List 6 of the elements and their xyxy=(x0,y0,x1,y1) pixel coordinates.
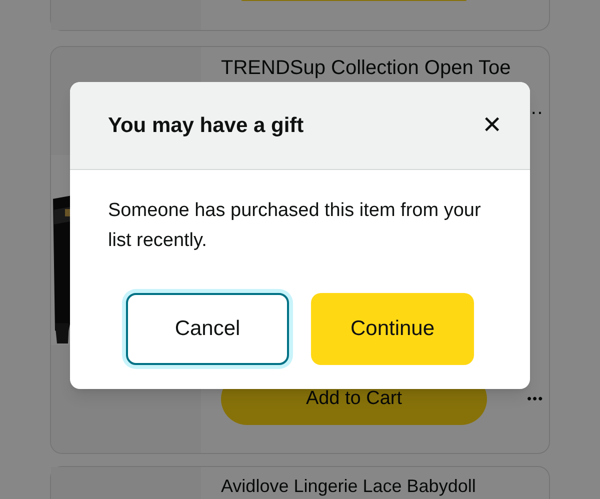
continue-button[interactable]: Continue xyxy=(311,293,474,365)
dialog-title: You may have a gift xyxy=(108,112,304,139)
dialog-message: Someone has purchased this item from your list recently. xyxy=(107,199,482,253)
product-title[interactable]: TRENDSup Collection Open Toe xyxy=(221,53,544,83)
close-button[interactable]: ✕ xyxy=(482,114,502,138)
more-options[interactable]: ••• xyxy=(527,389,544,409)
